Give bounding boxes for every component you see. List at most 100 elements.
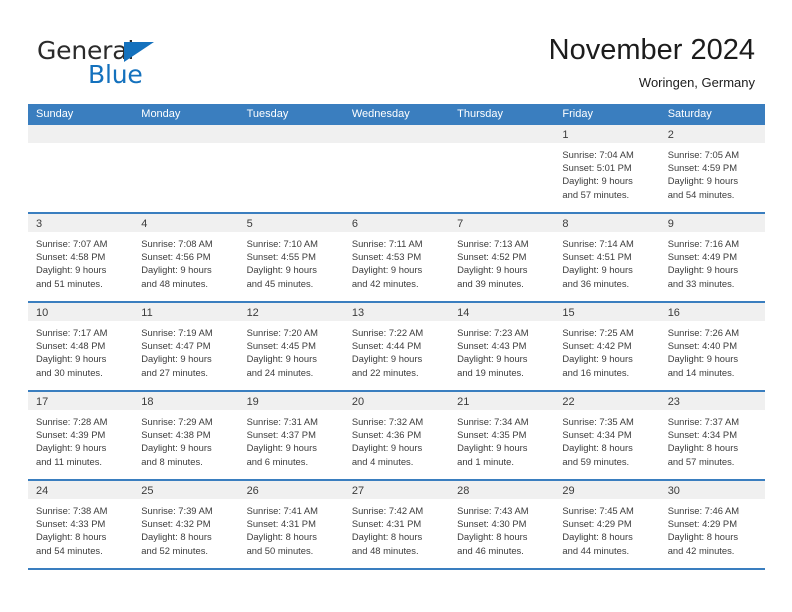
day-detail-line: and 51 minutes. bbox=[36, 277, 103, 289]
day-cell-21[interactable]: 21 Sunrise: 7:34 AM Sunset: 4:35 PM Dayligh… bbox=[449, 392, 555, 479]
day-detail-line: Sunrise: 7:05 AM bbox=[667, 149, 740, 160]
day-detail-line: Sunrise: 7:28 AM bbox=[36, 416, 108, 427]
day-cell-empty bbox=[449, 125, 555, 212]
day-cell-8[interactable]: 8 Sunrise: 7:14 AM Sunset: 4:51 PM Daylight… bbox=[554, 214, 660, 301]
day-number: 4 bbox=[141, 218, 148, 230]
general-blue-logo[interactable]: General Blue bbox=[37, 38, 237, 90]
day-cell-16[interactable]: 16 Sunrise: 7:26 AM Sunset: 4:40 PM Dayligh… bbox=[659, 303, 765, 390]
day-details: Sunrise: 7:34 AM Sunset: 4:35 PM Daylight:… bbox=[449, 410, 554, 468]
day-detail-line: Daylight: 8 hours bbox=[667, 531, 739, 543]
day-details: Sunrise: 7:14 AM Sunset: 4:51 PM Daylight:… bbox=[554, 232, 659, 290]
day-detail-line: and 54 minutes. bbox=[667, 188, 735, 200]
calendar-table: Sunday Monday Tuesday Wednesday Thursday Frid… bbox=[28, 104, 765, 570]
day-number: 2 bbox=[667, 129, 674, 141]
day-cell-27[interactable]: 27 Sunrise: 7:42 AM Sunset: 4:31 PM Dayligh… bbox=[343, 481, 450, 568]
day-detail-line: Sunrise: 7:07 AM bbox=[36, 238, 108, 249]
day-detail-line: and 6 minutes. bbox=[246, 455, 309, 467]
day-detail-line: Sunrise: 7:31 AM bbox=[246, 416, 318, 427]
day-cell-13[interactable]: 13 Sunrise: 7:22 AM Sunset: 4:44 PM Dayligh… bbox=[343, 303, 450, 390]
day-cell-30[interactable]: 30 Sunrise: 7:46 AM Sunset: 4:29 PM Dayligh… bbox=[659, 481, 765, 568]
day-number-band: 26 bbox=[238, 481, 344, 499]
location-subtitle: Woringen, Germany bbox=[638, 75, 755, 90]
day-cell-11[interactable]: 11 Sunrise: 7:19 AM Sunset: 4:47 PM Dayligh… bbox=[133, 303, 239, 390]
weekday-header-tuesday: Tuesday bbox=[246, 108, 289, 120]
day-number-band: 7 bbox=[449, 214, 555, 232]
day-cell-23[interactable]: 23 Sunrise: 7:37 AM Sunset: 4:34 PM Dayligh… bbox=[659, 392, 765, 479]
day-detail-line: Daylight: 9 hours bbox=[246, 353, 317, 365]
day-cell-15[interactable]: 15 Sunrise: 7:25 AM Sunset: 4:42 PM Dayligh… bbox=[554, 303, 660, 390]
day-cell-7[interactable]: 7 Sunrise: 7:13 AM Sunset: 4:52 PM Daylight… bbox=[449, 214, 555, 301]
day-detail-line: Sunrise: 7:34 AM bbox=[457, 416, 529, 427]
day-details: Sunrise: 7:19 AM Sunset: 4:47 PM Daylight:… bbox=[133, 321, 238, 379]
day-cell-19[interactable]: 19 Sunrise: 7:31 AM Sunset: 4:37 PM Dayligh… bbox=[238, 392, 344, 479]
day-detail-line: Daylight: 9 hours bbox=[667, 175, 739, 187]
day-detail-line: Daylight: 9 hours bbox=[562, 264, 633, 276]
day-details: Sunrise: 7:42 AM Sunset: 4:31 PM Daylight:… bbox=[344, 499, 449, 557]
day-details bbox=[28, 143, 133, 148]
day-detail-line: Sunrise: 7:38 AM bbox=[36, 505, 108, 516]
day-number-band: 10 bbox=[28, 303, 134, 321]
day-number: 30 bbox=[667, 485, 680, 497]
calendar-week-row: 10 Sunrise: 7:17 AM Sunset: 4:48 PM Dayligh… bbox=[28, 303, 765, 392]
day-detail-line: Daylight: 8 hours bbox=[562, 531, 633, 543]
day-cell-12[interactable]: 12 Sunrise: 7:20 AM Sunset: 4:45 PM Dayligh… bbox=[238, 303, 344, 390]
day-detail-line: Daylight: 9 hours bbox=[36, 264, 107, 276]
day-cell-22[interactable]: 22 Sunrise: 7:35 AM Sunset: 4:34 PM Dayligh… bbox=[554, 392, 660, 479]
day-number-band: 21 bbox=[449, 392, 555, 410]
day-cell-29[interactable]: 29 Sunrise: 7:45 AM Sunset: 4:29 PM Dayligh… bbox=[554, 481, 660, 568]
day-number: 12 bbox=[246, 307, 259, 319]
weekday-header-wednesday: Wednesday bbox=[351, 108, 410, 120]
day-detail-line: Sunrise: 7:32 AM bbox=[351, 416, 424, 427]
day-cell-18[interactable]: 18 Sunrise: 7:29 AM Sunset: 4:38 PM Dayligh… bbox=[133, 392, 239, 479]
day-cell-6[interactable]: 6 Sunrise: 7:11 AM Sunset: 4:53 PM Daylight… bbox=[343, 214, 450, 301]
day-cell-5[interactable]: 5 Sunrise: 7:10 AM Sunset: 4:55 PM Daylight… bbox=[238, 214, 344, 301]
calendar-weeks: 1 Sunrise: 7:04 AM Sunset: 5:01 PM Daylight… bbox=[28, 125, 765, 570]
day-detail-line: Daylight: 8 hours bbox=[667, 442, 739, 454]
day-cell-10[interactable]: 10 Sunrise: 7:17 AM Sunset: 4:48 PM Dayligh… bbox=[28, 303, 134, 390]
day-cell-17[interactable]: 17 Sunrise: 7:28 AM Sunset: 4:39 PM Dayligh… bbox=[28, 392, 134, 479]
day-cell-2[interactable]: 2 Sunrise: 7:05 AM Sunset: 4:59 PM Daylight… bbox=[659, 125, 765, 212]
day-cell-1[interactable]: 1 Sunrise: 7:04 AM Sunset: 5:01 PM Daylight… bbox=[554, 125, 660, 212]
calendar-week-row: 17 Sunrise: 7:28 AM Sunset: 4:39 PM Dayligh… bbox=[28, 392, 765, 481]
day-detail-line: Sunrise: 7:42 AM bbox=[351, 505, 424, 516]
day-detail-line: and 42 minutes. bbox=[667, 544, 735, 556]
day-details: Sunrise: 7:08 AM Sunset: 4:56 PM Daylight:… bbox=[133, 232, 238, 290]
day-detail-line: Daylight: 9 hours bbox=[246, 442, 317, 454]
day-detail-line: Daylight: 8 hours bbox=[141, 531, 212, 543]
day-cell-9[interactable]: 9 Sunrise: 7:16 AM Sunset: 4:49 PM Daylight… bbox=[659, 214, 765, 301]
day-cell-24[interactable]: 24 Sunrise: 7:38 AM Sunset: 4:33 PM Dayligh… bbox=[28, 481, 134, 568]
calendar-week-row: 1 Sunrise: 7:04 AM Sunset: 5:01 PM Daylight… bbox=[28, 125, 765, 214]
day-cell-26[interactable]: 26 Sunrise: 7:41 AM Sunset: 4:31 PM Dayligh… bbox=[238, 481, 344, 568]
day-cell-25[interactable]: 25 Sunrise: 7:39 AM Sunset: 4:32 PM Dayligh… bbox=[133, 481, 239, 568]
day-cell-4[interactable]: 4 Sunrise: 7:08 AM Sunset: 4:56 PM Daylight… bbox=[133, 214, 239, 301]
day-detail-line: Sunrise: 7:16 AM bbox=[667, 238, 740, 249]
day-detail-line: Sunrise: 7:23 AM bbox=[457, 327, 529, 338]
day-detail-line: Sunset: 4:33 PM bbox=[36, 518, 106, 530]
day-detail-line: Sunrise: 7:13 AM bbox=[457, 238, 529, 249]
day-details: Sunrise: 7:43 AM Sunset: 4:30 PM Daylight:… bbox=[449, 499, 554, 557]
day-detail-line: Daylight: 9 hours bbox=[562, 175, 633, 187]
day-number-band: 18 bbox=[133, 392, 239, 410]
day-number-band: 5 bbox=[238, 214, 344, 232]
day-detail-line: Sunset: 4:30 PM bbox=[457, 518, 527, 530]
day-cell-20[interactable]: 20 Sunrise: 7:32 AM Sunset: 4:36 PM Dayligh… bbox=[343, 392, 450, 479]
day-detail-line: Sunset: 4:38 PM bbox=[141, 429, 211, 441]
day-number: 21 bbox=[457, 396, 470, 408]
day-detail-line: Daylight: 8 hours bbox=[246, 531, 317, 543]
day-detail-line: Sunset: 4:42 PM bbox=[562, 340, 632, 352]
day-detail-line: Daylight: 9 hours bbox=[457, 353, 528, 365]
day-number: 20 bbox=[351, 396, 365, 408]
day-cell-14[interactable]: 14 Sunrise: 7:23 AM Sunset: 4:43 PM Dayligh… bbox=[449, 303, 555, 390]
day-cell-28[interactable]: 28 Sunrise: 7:43 AM Sunset: 4:30 PM Dayligh… bbox=[449, 481, 555, 568]
day-number: 25 bbox=[141, 485, 154, 497]
day-details: Sunrise: 7:20 AM Sunset: 4:45 PM Daylight:… bbox=[239, 321, 344, 379]
day-detail-line: Sunrise: 7:20 AM bbox=[246, 327, 318, 338]
day-number-band bbox=[343, 125, 450, 143]
day-detail-line: Sunset: 4:40 PM bbox=[667, 340, 737, 352]
day-number: 17 bbox=[36, 396, 49, 408]
day-cell-3[interactable]: 3 Sunrise: 7:07 AM Sunset: 4:58 PM Daylight… bbox=[28, 214, 134, 301]
day-number: 23 bbox=[667, 396, 680, 408]
day-cell-empty bbox=[133, 125, 239, 212]
day-details bbox=[239, 143, 344, 148]
calendar-week-row: 3 Sunrise: 7:07 AM Sunset: 4:58 PM Daylight… bbox=[28, 214, 765, 303]
